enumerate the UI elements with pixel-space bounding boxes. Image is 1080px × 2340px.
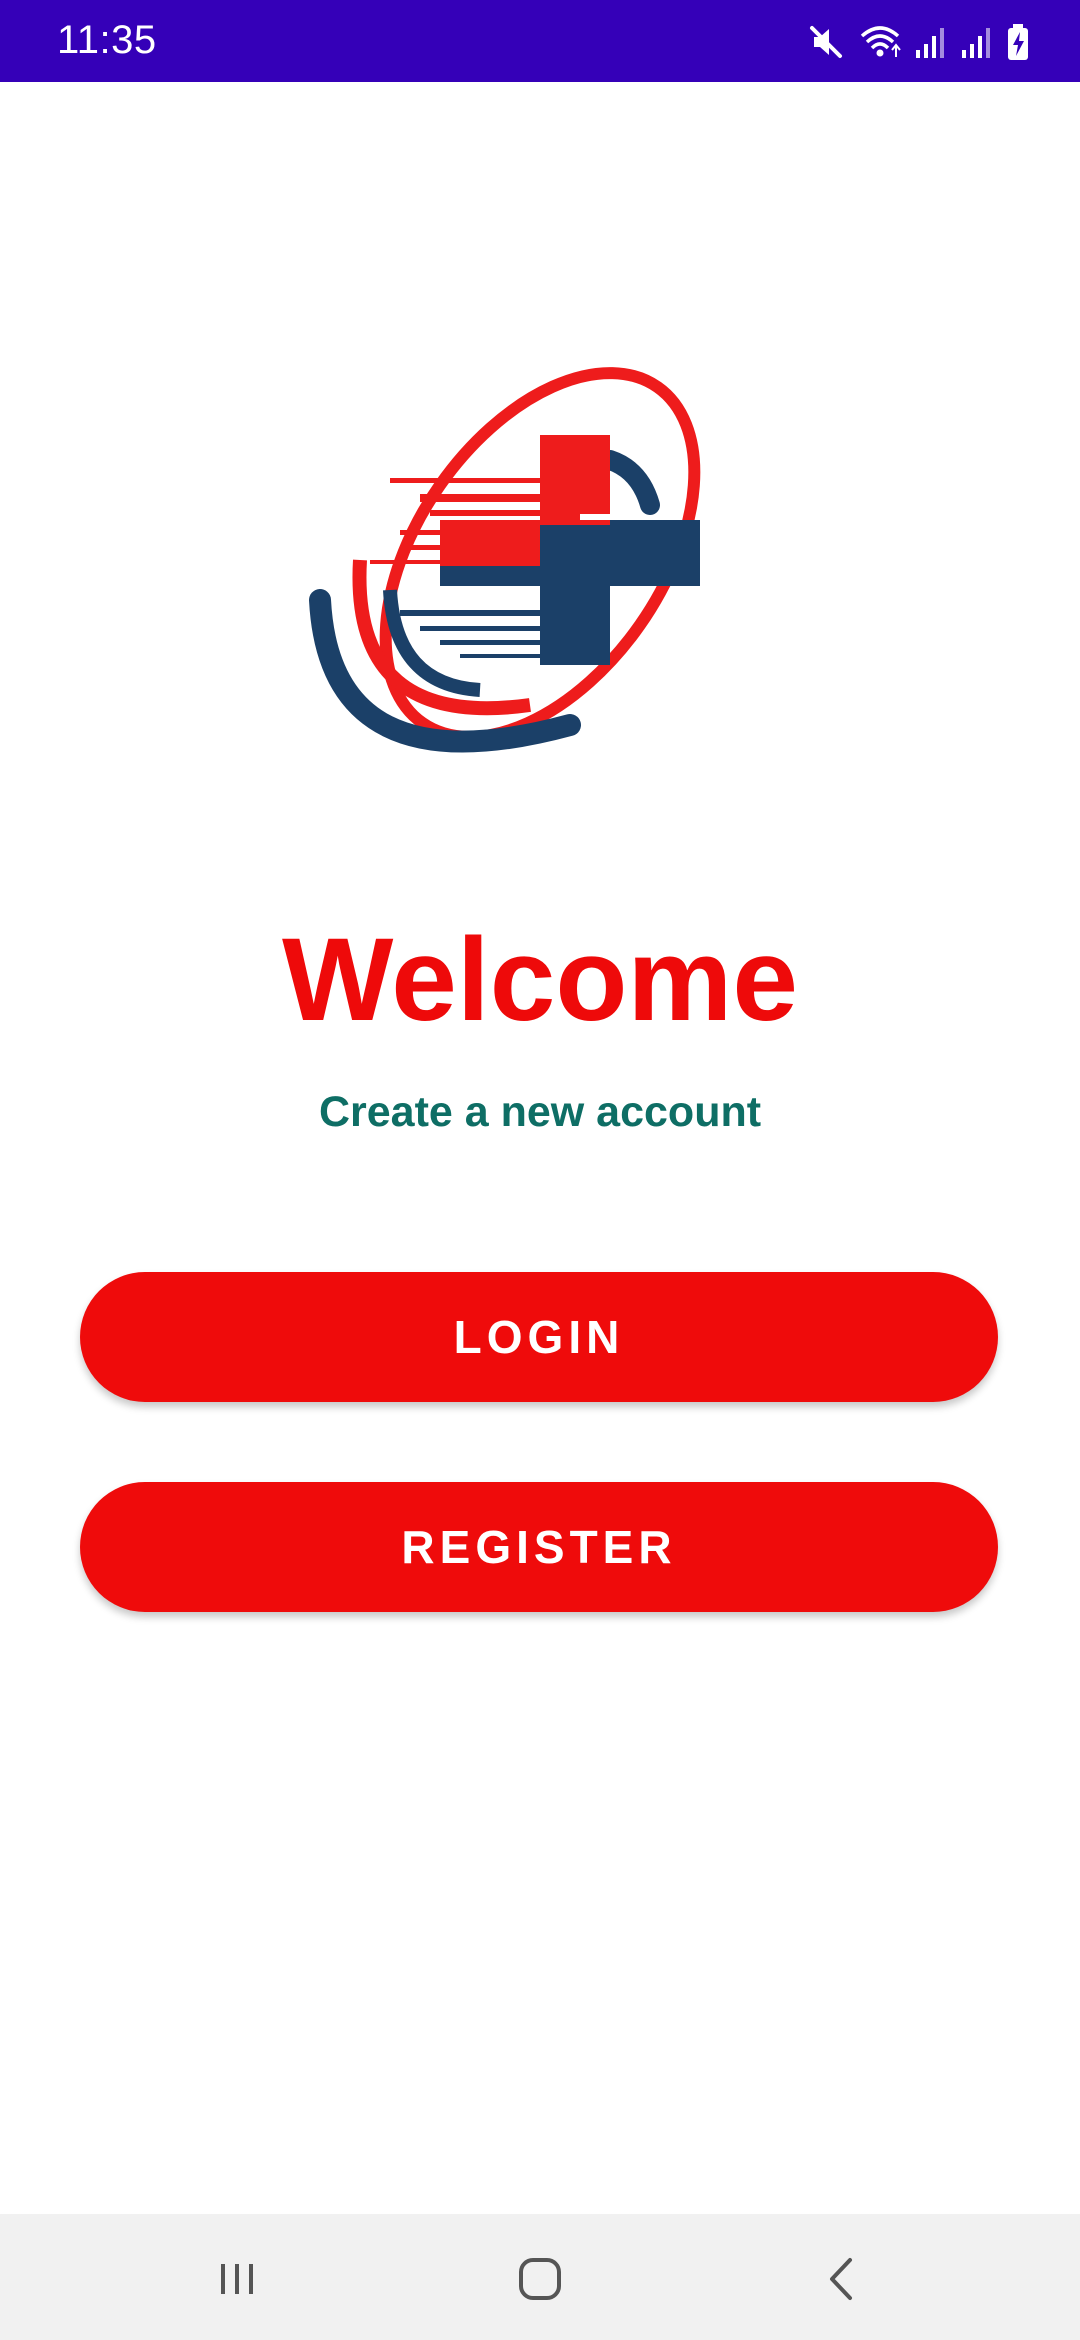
signal-icon (914, 22, 948, 62)
back-icon[interactable] (808, 2244, 878, 2314)
signal-icon (960, 22, 994, 62)
register-button[interactable]: REGISTER (80, 1482, 998, 1612)
status-icons (806, 20, 1030, 64)
mute-icon (806, 22, 846, 62)
login-button[interactable]: LOGIN (80, 1272, 998, 1402)
wifi-icon (858, 22, 902, 62)
subtitle: Create a new account (318, 1088, 762, 1136)
welcome-screen: 11:35 Welcome Create a new account LOGIN… (0, 0, 1080, 2340)
recents-icon[interactable] (202, 2244, 272, 2314)
welcome-title: Welcome (282, 914, 798, 1046)
medical-cross-logo (300, 330, 780, 800)
home-icon[interactable] (505, 2244, 575, 2314)
navigation-bar (0, 2214, 1080, 2340)
status-bar: 11:35 (0, 0, 1080, 82)
status-time: 11:35 (57, 18, 157, 62)
battery-charging-icon (1006, 22, 1030, 62)
